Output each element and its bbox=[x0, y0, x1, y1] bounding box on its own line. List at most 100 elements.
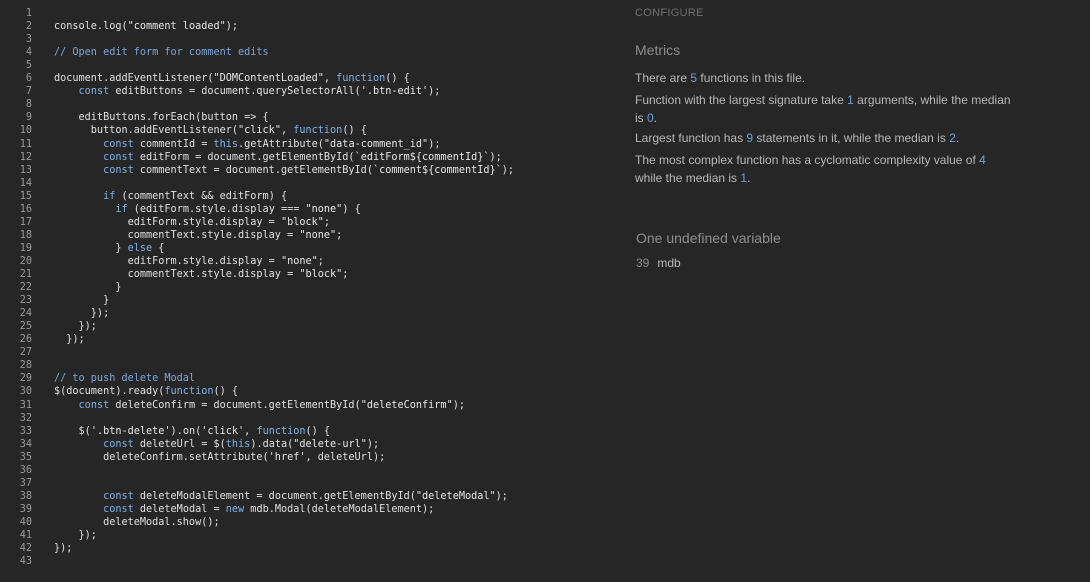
code-line[interactable]: 10 button.addEventListener("click", func… bbox=[0, 124, 367, 137]
line-number: 28 bbox=[19, 360, 32, 372]
code-line[interactable]: 32 bbox=[0, 412, 54, 425]
undefined-variables-heading: One undefined variable bbox=[636, 230, 781, 246]
code-line[interactable]: 3 bbox=[0, 33, 54, 46]
code-line[interactable]: 34 const deleteUrl = $(this).data("delet… bbox=[0, 438, 379, 451]
code-token: ; bbox=[323, 216, 331, 228]
line-number: 27 bbox=[19, 347, 32, 359]
code-token: `editForm${commentId}` bbox=[354, 151, 490, 163]
line-number: 36 bbox=[19, 464, 32, 476]
code-line[interactable]: 37 bbox=[0, 477, 54, 490]
metric-text: Largest function has bbox=[635, 131, 747, 145]
code-token: else bbox=[127, 242, 153, 254]
code-line[interactable]: 30 $(document).ready(function() { bbox=[0, 385, 238, 398]
code-line[interactable]: 15 if (commentText && editForm) { bbox=[0, 190, 287, 203]
code-line[interactable]: 20 editForm.style.display = "none"; bbox=[0, 255, 324, 268]
line-number: 42 bbox=[19, 543, 32, 555]
code-line[interactable]: 2 console.log("comment loaded"); bbox=[0, 20, 238, 33]
code-line[interactable]: 29 // to push delete Modal bbox=[0, 372, 195, 385]
code-token: ; bbox=[336, 229, 343, 241]
code-line[interactable]: 27 bbox=[0, 346, 54, 359]
code-token: commentText.style.display = bbox=[54, 229, 300, 241]
code-token: ).data( bbox=[250, 438, 294, 450]
code-token: commentText = document.getElementById( bbox=[133, 164, 373, 176]
code-token: this bbox=[213, 138, 239, 150]
code-token: () { bbox=[213, 386, 239, 398]
code-token: } bbox=[54, 242, 128, 254]
code-line[interactable]: 11 const commentId = this.getAttribute("… bbox=[0, 138, 441, 151]
code-token: function bbox=[256, 425, 306, 437]
metric-text: . bbox=[955, 131, 960, 145]
code-token: "deleteConfirm" bbox=[360, 399, 453, 411]
metric-largest-signature: Function with the largest signature take… bbox=[635, 91, 1015, 127]
line-number: 33 bbox=[19, 425, 32, 437]
code-line[interactable]: 38 const deleteModalElement = document.g… bbox=[0, 490, 508, 503]
code-line[interactable]: 26 }); bbox=[0, 333, 85, 346]
code-line[interactable]: 18 commentText.style.display = "none"; bbox=[0, 229, 343, 242]
code-token: 'href' bbox=[268, 451, 306, 463]
code-line[interactable]: 21 commentText.style.display = "block"; bbox=[0, 268, 349, 281]
code-line[interactable]: 22 } bbox=[0, 281, 122, 294]
code-token: .getAttribute( bbox=[238, 138, 324, 150]
code-line[interactable]: 8 bbox=[0, 98, 54, 111]
metric-text: while the median is bbox=[635, 171, 741, 185]
code-line[interactable]: 16 if (editForm.style.display === "none"… bbox=[0, 203, 361, 216]
line-number: 17 bbox=[19, 216, 32, 228]
line-number: 1 bbox=[25, 8, 32, 19]
code-line[interactable]: 39 const deleteModal = new mdb.Modal(del… bbox=[0, 503, 435, 516]
line-number: 32 bbox=[19, 412, 32, 424]
metric-text: . bbox=[747, 171, 751, 185]
code-token: }); bbox=[54, 543, 73, 555]
code-line[interactable]: 13 const commentText = document.getEleme… bbox=[0, 164, 514, 177]
code-line[interactable]: 41 }); bbox=[0, 529, 97, 542]
code-line[interactable]: 6 document.addEventListener("DOMContentLo… bbox=[0, 72, 410, 85]
code-line[interactable]: 33 $('.btn-delete').on('click', function… bbox=[0, 425, 330, 438]
code-token: deleteModal.show(); bbox=[54, 516, 220, 528]
code-token: "delete-url" bbox=[293, 438, 367, 450]
code-line[interactable]: 23 } bbox=[0, 294, 109, 307]
code-token: editForm.style.display = bbox=[54, 216, 281, 228]
code-line[interactable]: 40 deleteModal.show(); bbox=[0, 516, 220, 529]
code-token: editForm = document.getElementById( bbox=[133, 151, 355, 163]
metric-value: 4 bbox=[979, 153, 986, 167]
code-token: }); bbox=[54, 308, 110, 320]
line-number: 2 bbox=[25, 21, 32, 33]
code-token: } bbox=[54, 295, 110, 307]
code-line[interactable]: 4 // Open edit form for comment edits bbox=[0, 46, 269, 59]
line-number: 9 bbox=[25, 112, 32, 124]
line-number: 5 bbox=[25, 60, 32, 72]
metric-value: 1 bbox=[847, 93, 854, 107]
code-line[interactable]: 9 editButtons.forEach(button => { bbox=[0, 111, 269, 124]
code-line[interactable]: 25 }); bbox=[0, 320, 97, 333]
code-token: , bbox=[280, 125, 294, 137]
code-line[interactable]: 5 bbox=[0, 59, 54, 72]
code-token: button.addEventListener( bbox=[54, 125, 239, 137]
undefined-variable-line-number: 39 bbox=[636, 256, 650, 270]
code-line[interactable]: 36 bbox=[0, 464, 54, 477]
undefined-variable-row[interactable]: 39 mdb bbox=[636, 256, 681, 270]
code-line[interactable]: 19 } else { bbox=[0, 242, 165, 255]
code-line[interactable]: 31 const deleteConfirm = document.getEle… bbox=[0, 399, 465, 412]
configure-link[interactable]: CONFIGURE bbox=[635, 7, 704, 19]
metric-text: statements in it, while the median is bbox=[753, 131, 950, 145]
code-line[interactable]: 28 bbox=[0, 359, 54, 372]
code-token: () { bbox=[305, 425, 331, 437]
code-line[interactable]: 17 editForm.style.display = "block"; bbox=[0, 216, 330, 229]
code-line[interactable]: 1 bbox=[0, 7, 54, 20]
code-line[interactable]: 42}); bbox=[0, 542, 73, 555]
line-number: 3 bbox=[25, 34, 32, 46]
code-token: const bbox=[103, 490, 134, 502]
code-line[interactable]: 12 const editForm = document.getElementB… bbox=[0, 151, 502, 164]
code-editor[interactable]: 1 2 console.log("comment loaded"); 3 4// Ope… bbox=[0, 0, 610, 582]
code-token: , bbox=[323, 73, 337, 85]
code-line[interactable]: 14 bbox=[0, 177, 54, 190]
code-token: }); bbox=[54, 321, 97, 333]
code-line[interactable]: 7 const editButtons = document.querySele… bbox=[0, 85, 441, 98]
code-line[interactable]: 24 }); bbox=[0, 307, 109, 320]
code-line[interactable]: 43 bbox=[0, 555, 54, 568]
code-token: const bbox=[103, 164, 134, 176]
line-number: 22 bbox=[19, 282, 32, 294]
code-line[interactable]: 35 deleteConfirm.setAttribute('href', de… bbox=[0, 451, 386, 464]
code-token: ); bbox=[366, 438, 380, 450]
undefined-variable-name: mdb bbox=[657, 256, 681, 270]
